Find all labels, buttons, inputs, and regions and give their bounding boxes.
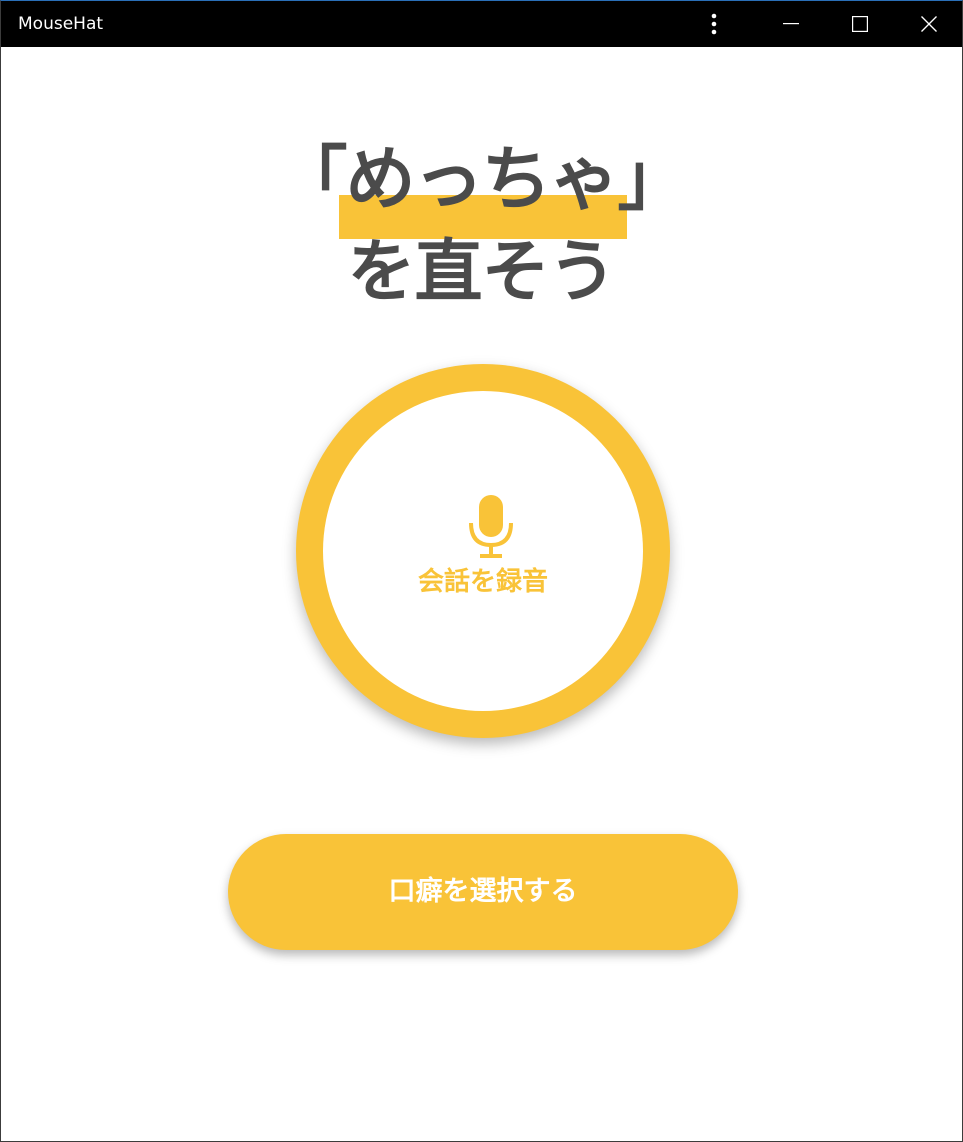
select-habit-label: 口癖を選択する <box>388 876 578 907</box>
minimize-button[interactable] <box>768 1 814 47</box>
headline: 「めっちゃ」 <box>1 131 962 227</box>
app-title: MouseHat <box>18 14 104 34</box>
record-button-label: 会話を録音 <box>417 567 548 597</box>
record-conversation-button[interactable]: 会話を録音 <box>296 364 670 738</box>
app-window: MouseHat 「めっちゃ」 を直そう 会話を録音 口癖を選択する <box>0 0 963 1142</box>
maximize-button[interactable] <box>837 1 883 47</box>
select-habit-button[interactable]: 口癖を選択する <box>228 834 738 950</box>
maximize-icon <box>852 16 868 32</box>
minimize-icon <box>783 23 799 25</box>
more-options-icon <box>711 13 717 35</box>
more-options-button[interactable] <box>691 1 737 47</box>
title-bar[interactable]: MouseHat <box>1 1 962 47</box>
close-button[interactable] <box>906 1 952 47</box>
record-button-inner[interactable]: 会話を録音 <box>323 391 643 711</box>
headline-line-1: 「めっちゃ」 <box>277 138 688 220</box>
microphone-icon <box>469 495 513 558</box>
headline-line-2: を直そう <box>347 233 616 312</box>
close-icon <box>921 16 937 32</box>
